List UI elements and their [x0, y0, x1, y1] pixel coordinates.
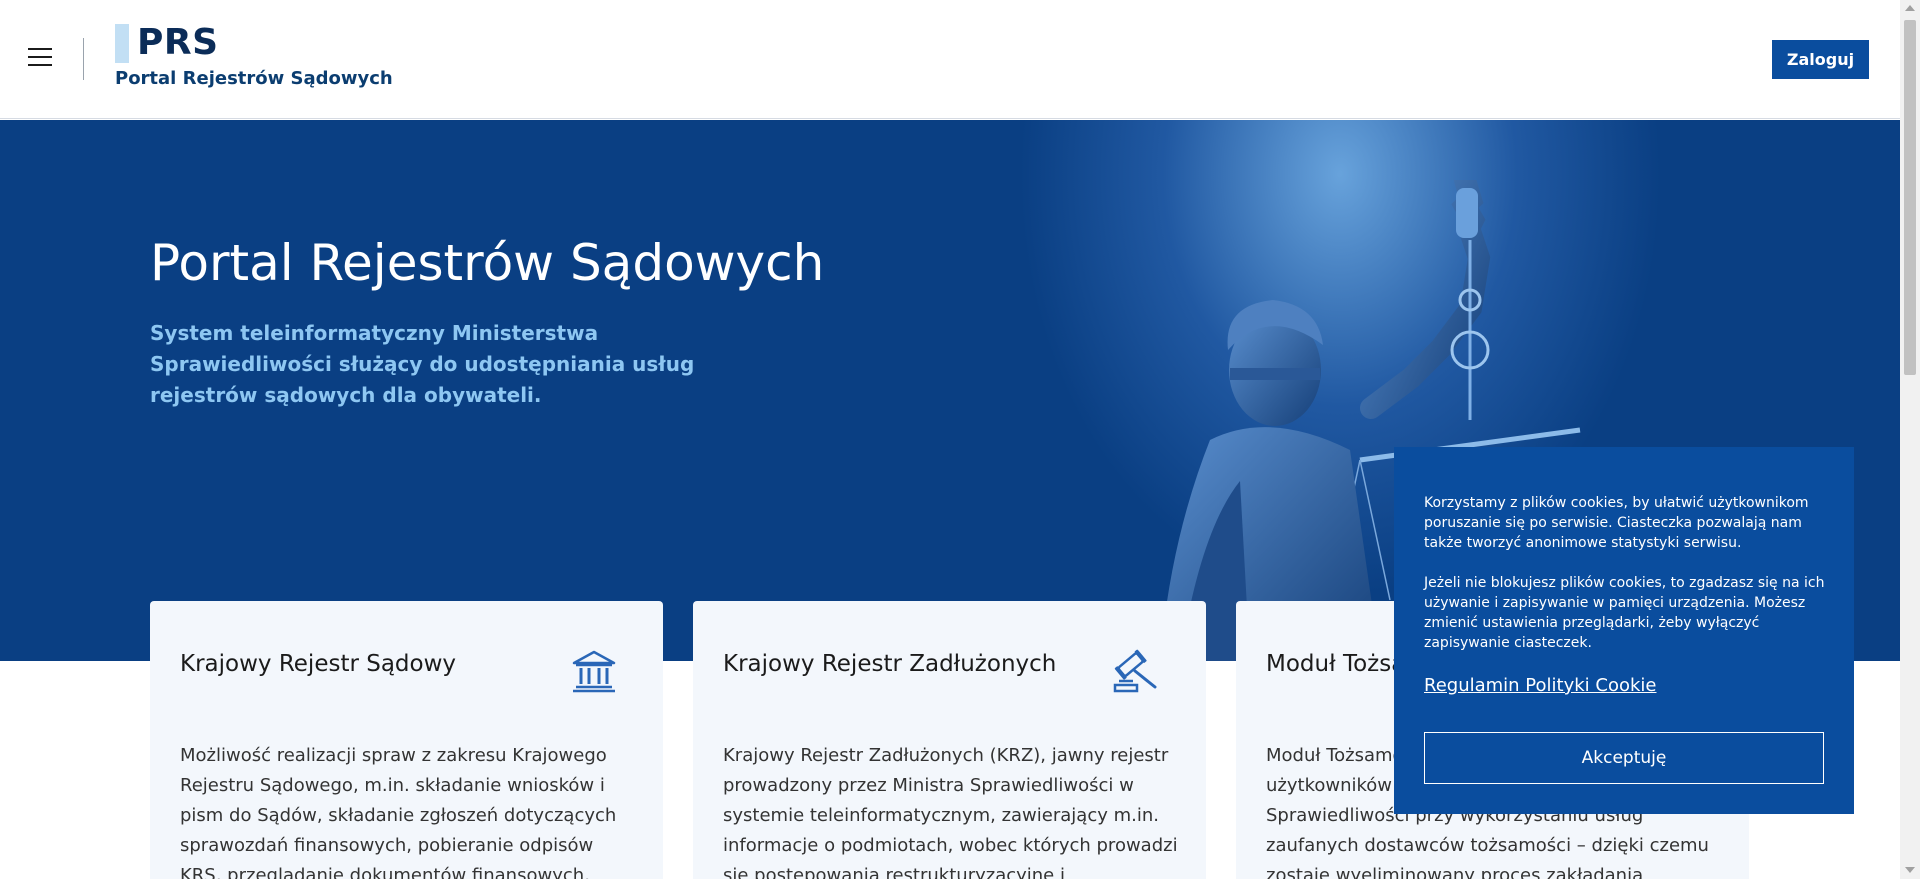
- logo-mark: [115, 24, 129, 63]
- cookie-policy-link[interactable]: Regulamin Polityki Cookie: [1424, 675, 1656, 696]
- scroll-thumb[interactable]: [1904, 20, 1916, 375]
- login-button[interactable]: Zaloguj: [1772, 40, 1869, 79]
- card-description: Możliwość realizacji spraw z zakresu Kra…: [180, 745, 617, 879]
- cookie-banner: Korzystamy z plików cookies, by ułatwić …: [1394, 447, 1854, 814]
- logo-full-name: Portal Rejestrów Sądowych: [115, 68, 393, 89]
- hero-title: Portal Rejestrów Sądowych: [150, 234, 825, 292]
- accept-cookies-button[interactable]: Akceptuję: [1424, 732, 1824, 784]
- card-title: Krajowy Rejestr Sądowy: [180, 651, 457, 677]
- logo-short: PRS: [137, 22, 219, 63]
- hamburger-icon[interactable]: [28, 48, 55, 70]
- gavel-icon: [1113, 649, 1157, 693]
- site-header: PRS Portal Rejestrów Sądowych Zaloguj: [0, 0, 1900, 119]
- card-krz[interactable]: Krajowy Rejestr Zadłużonych Krajowy Reje…: [693, 601, 1206, 879]
- header-divider: [83, 38, 84, 80]
- card-krs[interactable]: Krajowy Rejestr Sądowy Możliwość realiza…: [150, 601, 663, 879]
- hero-description: System teleinformatyczny Ministerstwa Sp…: [150, 321, 695, 407]
- card-title: Krajowy Rejestr Zadłużonych: [723, 651, 1057, 677]
- page-scrollbar[interactable]: [1900, 0, 1920, 879]
- cookie-paragraph-2: Jeżeli nie blokujesz plików cookies, to …: [1424, 575, 1825, 651]
- courthouse-icon: [572, 650, 616, 693]
- scroll-down-arrow[interactable]: [1905, 867, 1915, 873]
- scroll-up-arrow[interactable]: [1905, 5, 1915, 11]
- cookie-paragraph-1: Korzystamy z plików cookies, by ułatwić …: [1424, 495, 1809, 551]
- card-description: Krajowy Rejestr Zadłużonych (KRZ), jawny…: [723, 745, 1178, 879]
